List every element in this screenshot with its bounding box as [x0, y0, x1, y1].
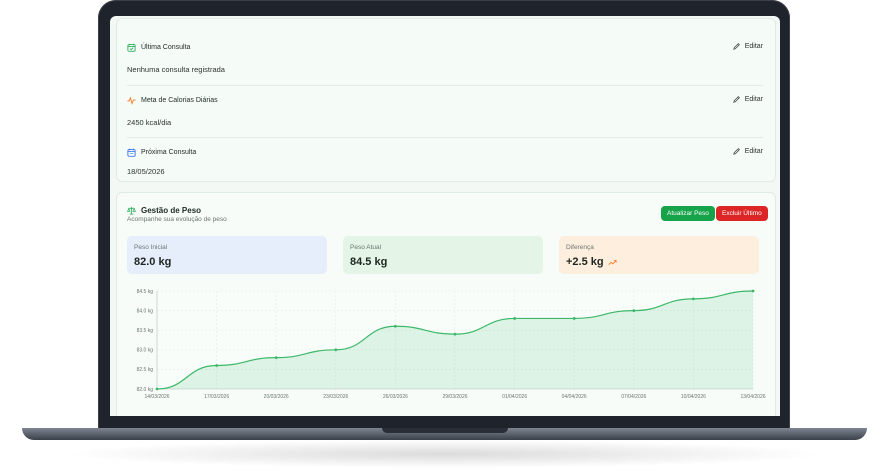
edit-next-consult-button[interactable]: Editar — [732, 147, 763, 156]
chart-x-tick-label: 23/03/2026 — [323, 394, 348, 400]
current-weight-label: Peso Atual — [350, 244, 382, 251]
laptop-notch — [382, 428, 508, 433]
delete-last-button[interactable]: Excluir Último — [716, 206, 768, 221]
chart-data-point — [632, 309, 636, 312]
weight-chart: 82.0 kg 82.5 kg 83.0 kg 83.5 kg 84.0 kg 84.5 … — [117, 281, 775, 416]
pencil-icon — [733, 148, 740, 155]
chart-x-tick-label: 13/04/2026 — [740, 394, 765, 400]
chart-x-tick-label: 14/03/2026 — [144, 394, 169, 400]
weight-management-card: Gestão de Peso Acompanhe sua evolução de… — [116, 192, 776, 416]
update-weight-button[interactable]: Atualizar Peso — [661, 206, 715, 221]
chart-x-tick-label: 20/03/2026 — [264, 394, 289, 400]
edit-label: Editar — [744, 43, 763, 50]
weight-chart-svg: 82.0 kg 82.5 kg 83.0 kg 83.5 kg 84.0 kg 84.5 … — [137, 289, 766, 400]
edit-label: Editar — [744, 148, 763, 155]
calendar-check-icon — [127, 43, 136, 52]
weight-subtitle: Acompanhe sua evolução de peso — [127, 216, 227, 223]
laptop-shadow — [60, 440, 830, 468]
chart-x-tick-label: 07/04/2026 — [621, 394, 646, 400]
chart-y-tick-label: 82.0 kg — [137, 387, 154, 393]
initial-weight-value-wrap: 82.0 kg — [134, 256, 171, 268]
weight-difference-stat: Diferença +2.5 kg — [559, 236, 759, 274]
trending-up-icon — [608, 259, 617, 265]
chart-y-tick-label: 82.5 kg — [137, 367, 154, 373]
chart-x-tick-label: 26/03/2026 — [383, 394, 408, 400]
chart-x-tick-label: 17/03/2026 — [204, 394, 229, 400]
chart-x-tick-label: 04/04/2026 — [562, 394, 587, 400]
chart-y-tick-label: 83.5 kg — [137, 328, 154, 334]
chart-data-point — [274, 356, 278, 360]
chart-data-point — [572, 317, 576, 320]
weight-difference-label: Diferença — [566, 244, 594, 251]
chart-x-tick-label: 29/03/2026 — [442, 394, 467, 400]
last-consult-row: Última Consulta Nenhuma consulta registr… — [127, 33, 763, 85]
last-consult-title: Última Consulta — [141, 44, 191, 51]
edit-last-consult-button[interactable]: Editar — [732, 42, 763, 51]
calendar-icon — [127, 148, 136, 157]
next-consult-header: Próxima Consulta — [127, 148, 196, 157]
calorie-goal-row: Meta de Calorias Diárias 2450 kcal/dia E… — [127, 85, 763, 138]
weight-difference-value-wrap: +2.5 kg — [566, 256, 617, 268]
chart-data-point — [513, 317, 516, 320]
chart-data-point — [394, 324, 397, 328]
next-consult-value: 18/05/2026 — [127, 167, 165, 176]
last-consult-header: Última Consulta — [127, 43, 190, 52]
chart-y-tick-label: 84.0 kg — [137, 308, 154, 314]
weight-difference-value: +2.5 kg — [566, 256, 604, 268]
chart-data-point — [155, 387, 159, 391]
edit-calorie-goal-button[interactable]: Editar — [732, 95, 763, 104]
calorie-goal-header: Meta de Calorias Diárias — [127, 96, 218, 105]
next-consult-row: Próxima Consulta 18/05/2026 Editar — [127, 137, 763, 180]
initial-weight-value: 82.0 kg — [134, 256, 172, 268]
current-weight-stat: Peso Atual 84.5 kg — [343, 236, 543, 274]
chart-data-point — [453, 332, 457, 336]
chart-data-point — [751, 289, 755, 293]
pencil-icon — [733, 43, 740, 50]
pencil-icon — [733, 96, 740, 103]
initial-weight-label: Peso Inicial — [134, 244, 168, 251]
current-weight-value: 84.5 kg — [350, 256, 388, 268]
weight-title: Gestão de Peso — [141, 206, 202, 215]
patient-info-card: Última Consulta Nenhuma consulta registr… — [116, 18, 776, 182]
weight-header: Gestão de Peso — [127, 206, 201, 215]
chart-data-point — [334, 348, 338, 352]
scale-icon — [127, 206, 136, 215]
current-weight-value-wrap: 84.5 kg — [350, 256, 387, 268]
chart-data-point — [215, 364, 218, 367]
chart-x-tick-label: 01/04/2026 — [502, 394, 527, 400]
initial-weight-stat: Peso Inicial 82.0 kg — [127, 236, 327, 274]
activity-icon — [127, 96, 136, 105]
last-consult-value: Nenhuma consulta registrada — [127, 65, 225, 74]
next-consult-title: Próxima Consulta — [141, 149, 197, 156]
chart-y-tick-label: 84.5 kg — [137, 289, 154, 295]
chart-y-tick-label: 83.0 kg — [137, 348, 154, 354]
chart-x-tick-label: 10/04/2026 — [681, 394, 706, 400]
chart-data-point — [692, 297, 695, 301]
calorie-goal-value: 2450 kcal/dia — [127, 118, 172, 127]
app-screen: Última Consulta Nenhuma consulta registr… — [110, 16, 780, 416]
calorie-goal-title: Meta de Calorias Diárias — [141, 97, 218, 104]
edit-label: Editar — [744, 96, 763, 103]
